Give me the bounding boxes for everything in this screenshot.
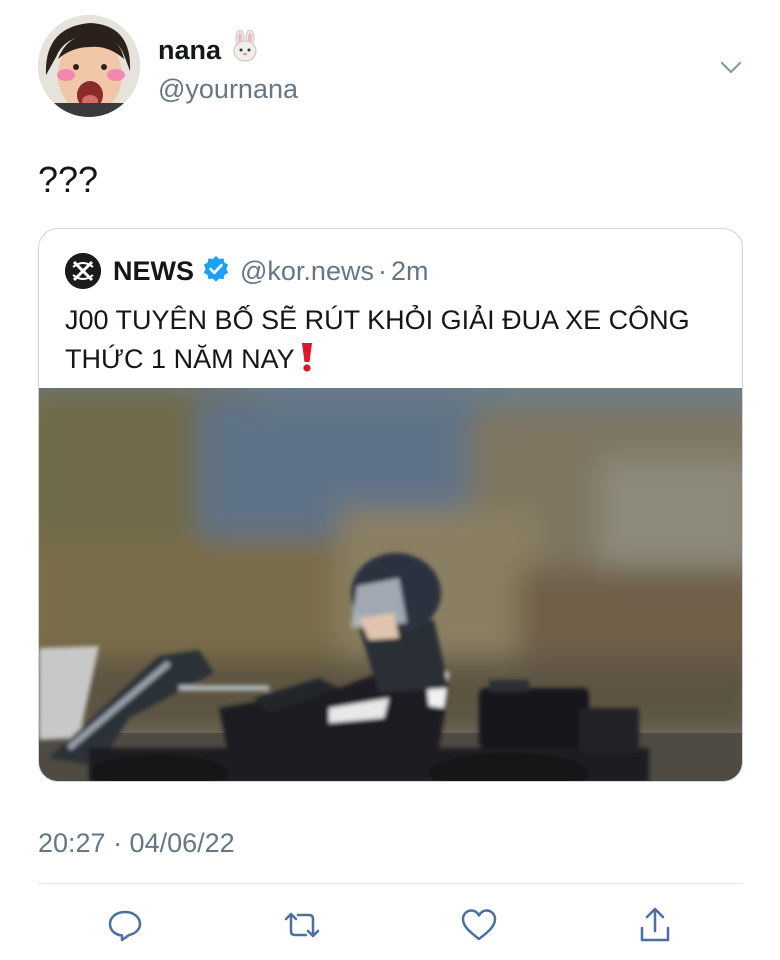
quoted-tweet-card[interactable]: NEWS @kor.news · 2m J00 TUYÊN BỐ SẼ RÚT … [38, 228, 743, 782]
quoted-handle: @kor.news [240, 255, 374, 286]
news-logo-icon [65, 253, 101, 289]
quoted-tweet-header: NEWS @kor.news · 2m [65, 253, 428, 289]
verified-badge-icon [202, 255, 230, 288]
avatar-photo [38, 15, 140, 117]
quoted-time: 2m [390, 255, 429, 286]
author-handle[interactable]: @yournana [158, 72, 298, 106]
quoted-display-name: NEWS [113, 255, 194, 286]
quoted-separator: · [377, 255, 387, 286]
red-exclamation-icon [299, 342, 315, 383]
quoted-tweet-image[interactable] [39, 388, 742, 781]
quoted-tweet-text-body: J00 TUYÊN BỐ SẼ RÚT KHỎI GIẢI ĐUA XE CÔN… [65, 305, 690, 374]
divider [38, 883, 743, 884]
rabbit-face-icon [229, 29, 261, 70]
display-name-text: nana [158, 35, 222, 65]
display-name[interactable]: nana [158, 29, 261, 70]
go-kart-photo [39, 388, 742, 781]
tweet-text: ??? [38, 159, 99, 200]
retweet-icon[interactable] [282, 905, 322, 945]
like-icon[interactable] [459, 905, 499, 945]
chevron-down-icon[interactable] [716, 54, 746, 80]
share-icon[interactable] [635, 905, 675, 945]
quoted-tweet-text: J00 TUYÊN BỐ SẼ RÚT KHỎI GIẢI ĐUA XE CÔN… [65, 301, 715, 383]
avatar[interactable] [38, 15, 140, 117]
tweet-timestamp[interactable]: 20:27 · 04/06/22 [38, 826, 235, 860]
reply-icon[interactable] [105, 905, 145, 945]
